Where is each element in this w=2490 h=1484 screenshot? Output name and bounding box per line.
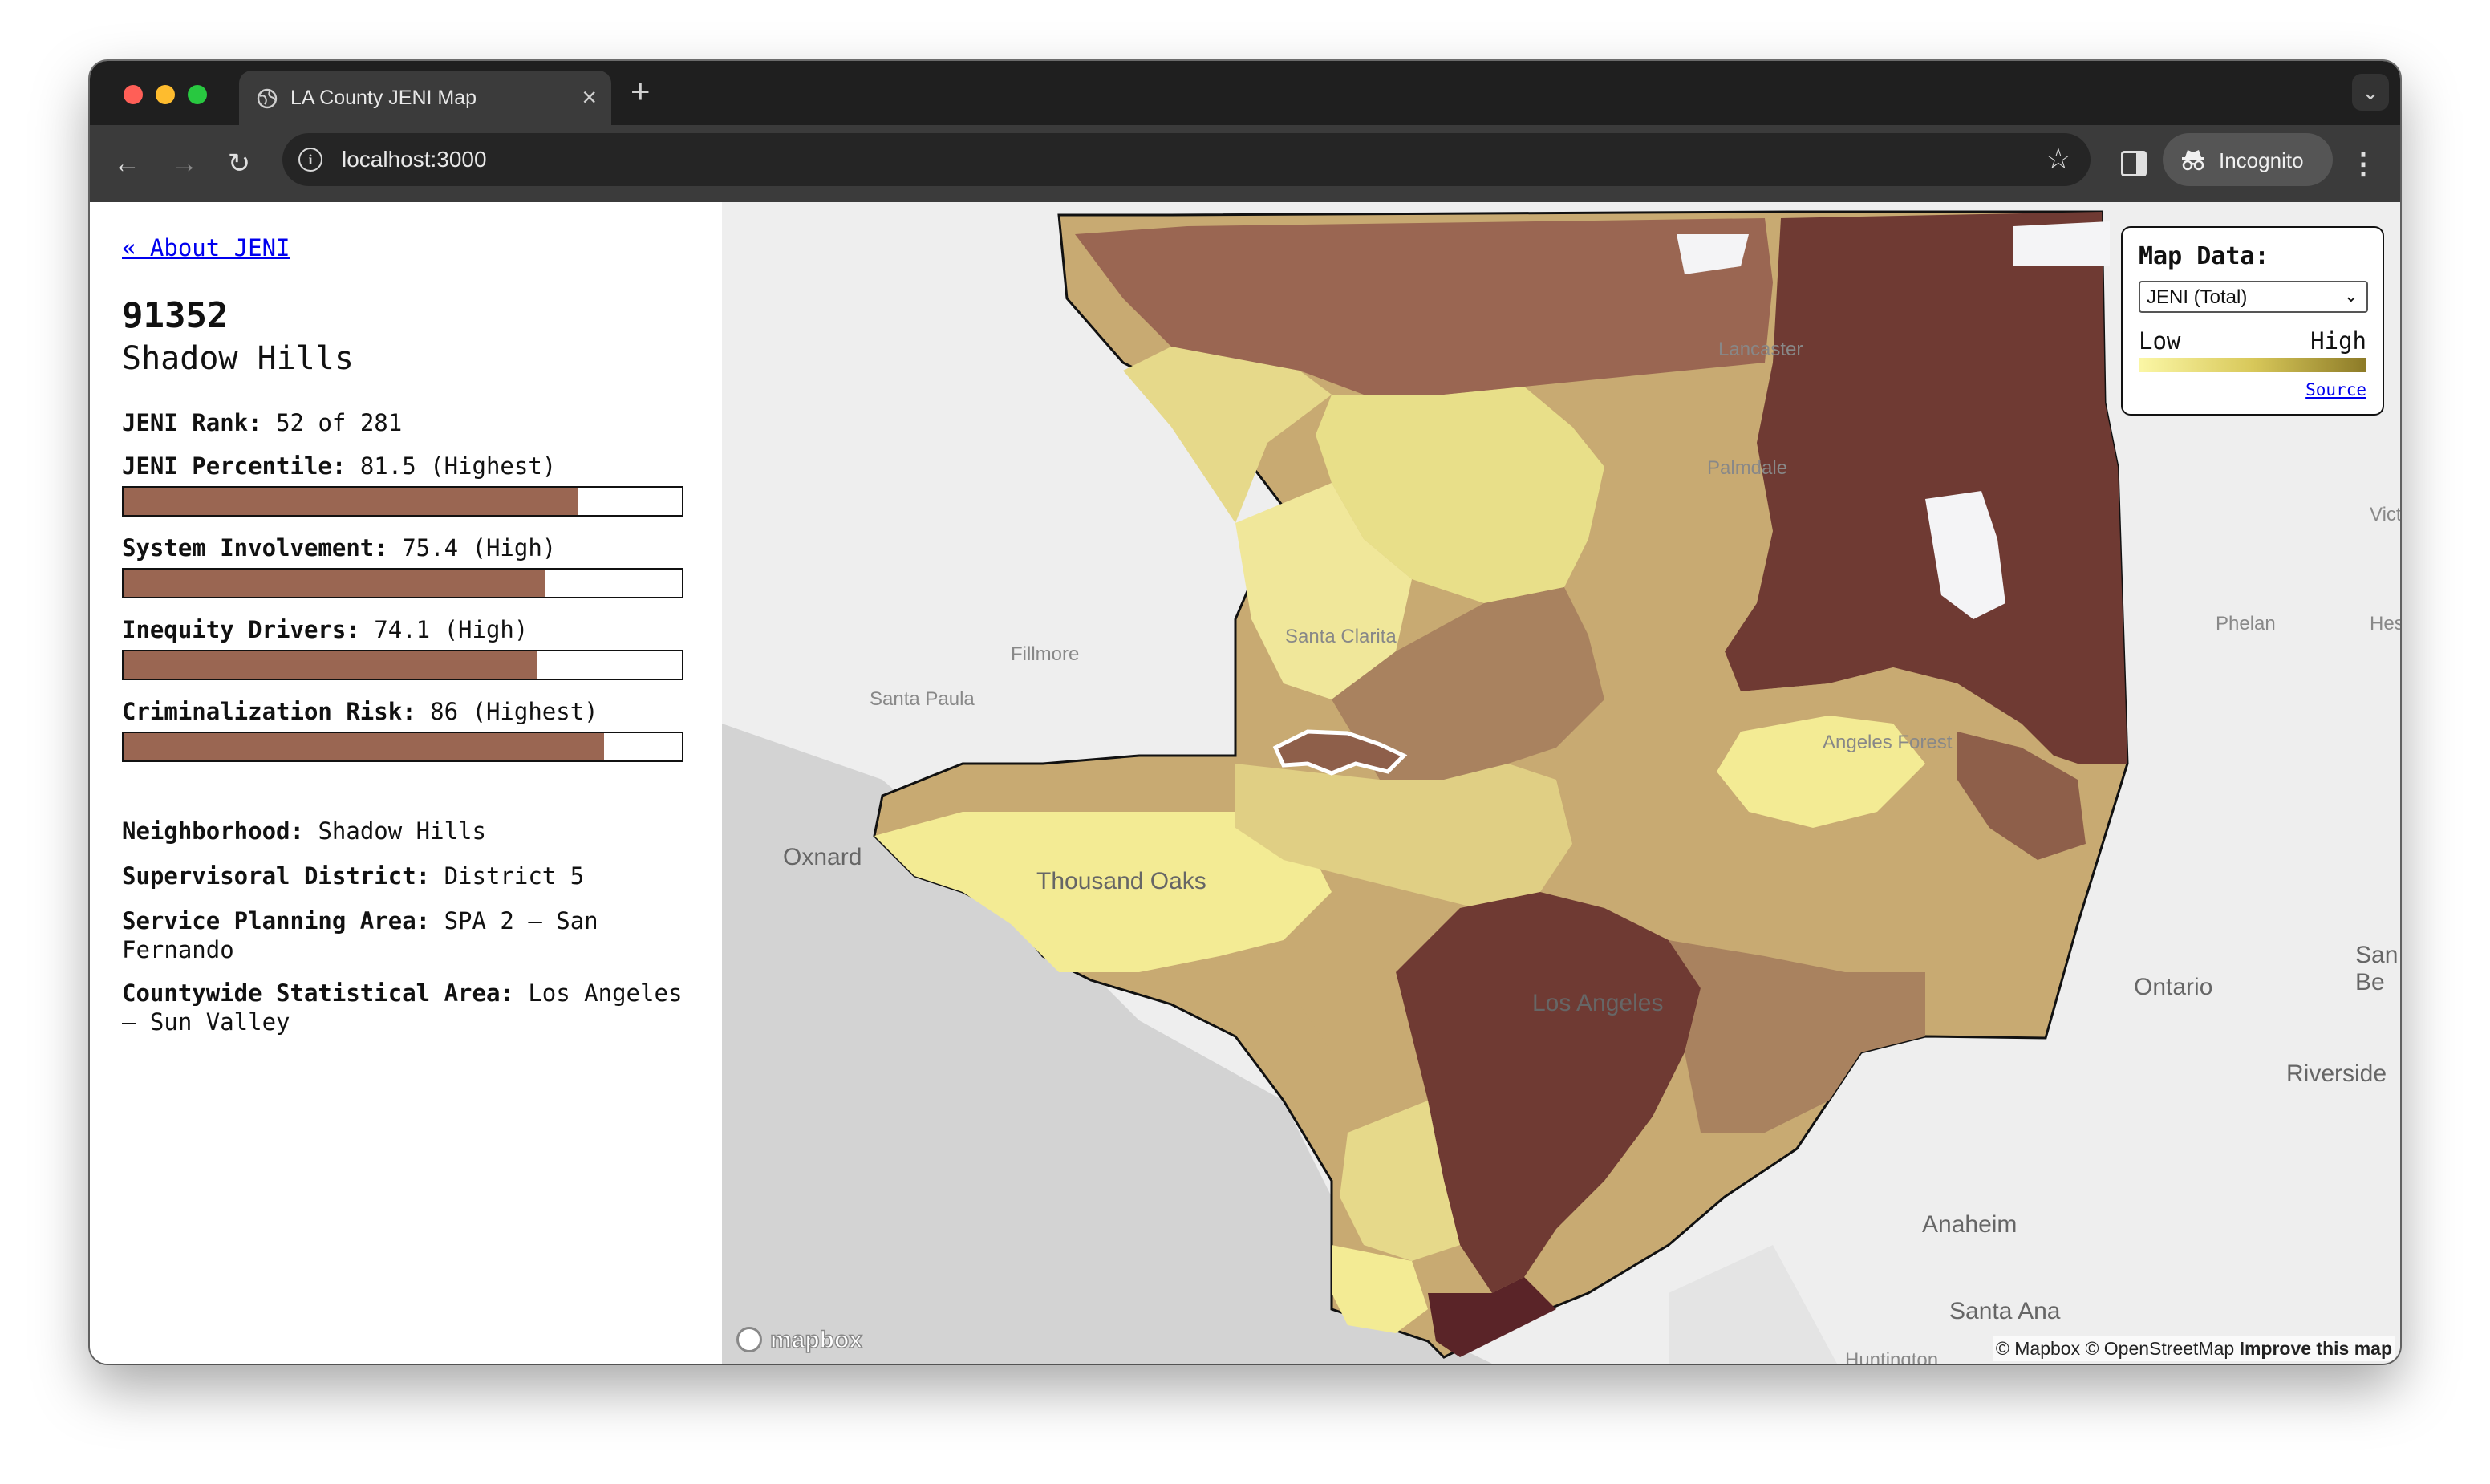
criminalization-risk-row: Criminalization Risk: 86 (Highest): [122, 698, 598, 725]
map-label-oxnard: Oxnard: [783, 844, 862, 870]
stat-label: Inequity Drivers:: [122, 616, 360, 643]
site-info-icon[interactable]: i: [298, 148, 322, 172]
map-label-santa-clarita: Santa Clarita: [1285, 626, 1397, 647]
mapbox-logo[interactable]: mapbox: [733, 1324, 874, 1357]
choropleth-map[interactable]: Lancaster Palmdale Victo Phelan Hesp Fil…: [722, 202, 2400, 1364]
map-label-phelan: Phelan: [2216, 613, 2276, 635]
meta-label: Supervisoral District:: [122, 862, 431, 890]
new-tab-button[interactable]: +: [631, 74, 651, 109]
stat-value: 81.5 (Highest): [359, 452, 557, 480]
stat-value: 74.1 (High): [374, 616, 529, 643]
legend-high-label: High: [2310, 327, 2366, 355]
region-no-data: [2013, 221, 2110, 266]
info-sidebar: « About JENI 91352 Shadow Hills JENI Ran…: [90, 202, 722, 1364]
jeni-percentile-bar: [122, 486, 683, 517]
meta-label: Service Planning Area:: [122, 907, 431, 935]
map-label-fillmore: Fillmore: [1011, 643, 1080, 665]
stat-value: 75.4 (High): [402, 534, 557, 562]
criminalization-risk-bar: [122, 732, 683, 762]
attribution-text[interactable]: © Mapbox © OpenStreetMap: [1996, 1338, 2234, 1359]
legend-gradient: [2139, 358, 2366, 372]
map-label-palmdale: Palmdale: [1707, 457, 1788, 479]
tab-strip: LA County JENI Map × + ⌄: [90, 61, 2400, 125]
tab-title: LA County JENI Map: [290, 87, 477, 109]
mapbox-wordmark: mapbox: [769, 1326, 863, 1354]
map-label-victorville: Victo: [2370, 504, 2400, 525]
reload-button[interactable]: ↻: [220, 144, 258, 183]
minimize-window-button[interactable]: [156, 85, 175, 104]
map-label-los-angeles: Los Angeles: [1532, 990, 1664, 1016]
coastal-area: [1669, 1245, 1837, 1364]
meta-value: District 5: [444, 862, 585, 890]
url-text[interactable]: localhost:3000: [342, 147, 487, 172]
chevron-down-icon: ⌄: [2343, 286, 2358, 306]
incognito-badge[interactable]: Incognito: [2163, 133, 2333, 186]
map-label-angeles-forest: Angeles Forest: [1823, 732, 1953, 753]
legend-title: Map Data:: [2139, 242, 2269, 270]
map-label-santa-ana: Santa Ana: [1949, 1298, 2061, 1324]
map-label-san-bernardino: San Be: [2355, 942, 2399, 995]
forward-button[interactable]: →: [165, 144, 204, 183]
globe-icon: [257, 88, 278, 109]
countywide-statistical-area-row: Countywide Statistical Area: Los Angeles…: [122, 979, 683, 1036]
meta-value: Shadow Hills: [318, 817, 486, 845]
place-name: Shadow Hills: [122, 340, 354, 377]
side-panel-icon[interactable]: [2121, 151, 2147, 176]
bookmark-star-icon[interactable]: ☆: [2046, 143, 2071, 175]
map-label-riverside: Riverside: [2286, 1060, 2387, 1087]
legend-low-label: Low: [2139, 327, 2181, 355]
unused-shape: [1091, 479, 1203, 523]
map-label-huntington: Huntington: [1845, 1349, 1939, 1364]
tab-search-button[interactable]: ⌄: [2352, 74, 2389, 111]
select-value: JENI (Total): [2147, 286, 2248, 308]
legend-source-link[interactable]: Source: [2305, 380, 2366, 399]
system-involvement-row: System Involvement: 75.4 (High): [122, 534, 556, 562]
browser-toolbar: ← → ↻ i localhost:3000 ☆ Incognito ⋮: [90, 125, 2400, 202]
inequity-drivers-bar: [122, 650, 683, 680]
maximize-window-button[interactable]: [188, 85, 207, 104]
bar-fill: [124, 488, 579, 515]
stat-label: System Involvement:: [122, 534, 388, 562]
bar-fill: [124, 733, 604, 760]
about-jeni-link[interactable]: « About JENI: [122, 234, 290, 262]
incognito-icon: [2182, 150, 2204, 171]
stat-value: 86 (Highest): [430, 698, 598, 725]
map-label-ontario: Ontario: [2134, 974, 2213, 1000]
inequity-drivers-row: Inequity Drivers: 74.1 (High): [122, 616, 528, 643]
map-label-hesperia: Hesp: [2370, 613, 2400, 635]
bar-fill: [124, 570, 545, 597]
stat-label: Criminalization Risk:: [122, 698, 416, 725]
map-label-lancaster: Lancaster: [1718, 339, 1803, 360]
back-button[interactable]: ←: [107, 144, 146, 183]
zip-code-title: 91352: [122, 295, 229, 336]
meta-label: Countywide Statistical Area:: [122, 979, 514, 1007]
system-involvement-bar: [122, 568, 683, 598]
address-bar[interactable]: i localhost:3000 ☆: [282, 133, 2091, 186]
map-label-santa-paula: Santa Paula: [870, 688, 975, 710]
service-planning-area-row: Service Planning Area: SPA 2 – San Ferna…: [122, 906, 683, 964]
stat-label: JENI Rank:: [122, 409, 262, 436]
mapbox-mark-icon: [736, 1327, 762, 1352]
browser-window: LA County JENI Map × + ⌄ ← → ↻ i localho…: [90, 61, 2400, 1364]
map-data-select[interactable]: JENI (Total) ⌄: [2139, 281, 2368, 313]
supervisoral-district-row: Supervisoral District: District 5: [122, 862, 683, 890]
improve-map-link[interactable]: Improve this map: [2240, 1338, 2392, 1359]
jeni-percentile-row: JENI Percentile: 81.5 (Highest): [122, 452, 556, 480]
browser-tab[interactable]: LA County JENI Map ×: [239, 71, 611, 125]
stat-value: 52 of 281: [276, 409, 403, 436]
map-legend: Map Data: JENI (Total) ⌄ Low High Source: [2121, 226, 2384, 416]
tab-close-icon[interactable]: ×: [582, 82, 597, 112]
bar-fill: [124, 651, 537, 679]
map-label-anaheim: Anaheim: [1922, 1211, 2018, 1238]
jeni-rank-row: JENI Rank: 52 of 281: [122, 409, 402, 436]
incognito-label: Incognito: [2219, 148, 2304, 172]
map-label-thousand-oaks: Thousand Oaks: [1036, 868, 1206, 894]
meta-label: Neighborhood:: [122, 817, 304, 845]
close-window-button[interactable]: [124, 85, 143, 104]
map-attribution: © Mapbox © OpenStreetMap Improve this ma…: [1992, 1336, 2395, 1361]
browser-menu-icon[interactable]: ⋮: [2349, 144, 2378, 183]
stat-label: JENI Percentile:: [122, 452, 347, 480]
page-content: « About JENI 91352 Shadow Hills JENI Ran…: [90, 202, 2400, 1364]
neighborhood-row: Neighborhood: Shadow Hills: [122, 817, 683, 845]
